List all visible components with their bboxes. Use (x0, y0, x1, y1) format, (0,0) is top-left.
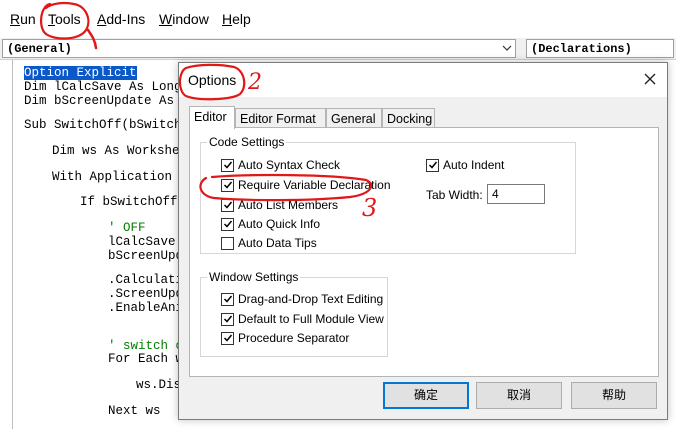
code-line: .Calculati (108, 273, 184, 287)
code-line: If bSwitchOff (80, 195, 178, 209)
code-line: lCalcSave (108, 235, 176, 249)
code-line: .ScreenUpd (108, 287, 184, 301)
checkmark-icon (223, 220, 233, 228)
code-line: Dim bScreenUpdate As B (24, 94, 190, 108)
menu-help[interactable]: Help (222, 11, 251, 27)
require-variable-declaration-checkbox[interactable] (221, 179, 234, 192)
auto-indent-checkbox[interactable] (426, 159, 439, 172)
auto-data-tips-checkbox[interactable] (221, 237, 234, 250)
code-line: Dim lCalcSave As Long (24, 80, 182, 94)
code-settings-title: Code Settings (207, 135, 287, 149)
checkmark-icon (223, 161, 233, 169)
help-button[interactable]: 帮助 (571, 382, 657, 409)
full-module-view-checkbox[interactable] (221, 313, 234, 326)
code-comment: ' OFF (108, 221, 146, 235)
checkmark-icon (223, 295, 233, 303)
menu-run[interactable]: Run (10, 11, 36, 27)
window-settings-group: Window Settings Drag-and-Drop Text Editi… (200, 270, 388, 357)
auto-list-members-checkbox[interactable] (221, 199, 234, 212)
checkmark-icon (223, 181, 233, 189)
code-settings-group: Code Settings Auto Syntax Check Require … (200, 135, 576, 254)
auto-quick-info-checkbox[interactable] (221, 218, 234, 231)
drag-and-drop-checkbox[interactable] (221, 293, 234, 306)
object-combo[interactable]: (General) (2, 39, 516, 58)
window-settings-title: Window Settings (207, 270, 301, 284)
tab-width-input[interactable]: 4 (487, 184, 545, 204)
tab-editor[interactable]: Editor (189, 106, 235, 129)
menu-add-ins[interactable]: Add-Ins (97, 11, 145, 27)
ok-button[interactable]: 确定 (383, 382, 469, 409)
dialog-title-bar[interactable]: Options (179, 63, 667, 97)
code-comment: ' switch o (108, 339, 184, 353)
auto-syntax-check-checkbox[interactable] (221, 159, 234, 172)
tab-editor-format[interactable]: Editor Format (235, 108, 326, 128)
editor-tab-panel: Code Settings Auto Syntax Check Require … (189, 127, 659, 377)
tab-width-label: Tab Width: (426, 188, 483, 202)
object-combo-value: (General) (7, 42, 72, 56)
checkmark-icon (223, 315, 233, 323)
menu-tools[interactable]: Tools (48, 11, 81, 27)
menu-window[interactable]: Window (159, 11, 209, 27)
chevron-down-icon (502, 45, 512, 51)
cancel-button[interactable]: 取消 (476, 382, 562, 409)
procedure-combo-value: (Declarations) (531, 42, 632, 56)
code-line: For Each w (108, 352, 184, 366)
dialog-title: Options (188, 72, 237, 88)
checkmark-icon (428, 161, 438, 169)
menu-bar: Run Tools Add-Ins Window Help (0, 0, 676, 38)
tab-docking[interactable]: Docking (382, 108, 435, 128)
margin-indicator-bar[interactable] (0, 60, 13, 429)
code-line: Next ws (108, 404, 161, 418)
code-line: .EnableAni (108, 301, 184, 315)
code-line: Option Explicit (24, 66, 137, 80)
code-line: Sub SwitchOff(bSwitchO (24, 118, 190, 132)
checkmark-icon (223, 201, 233, 209)
checkmark-icon (223, 334, 233, 342)
code-line: Dim ws As Workshee (52, 144, 188, 158)
procedure-separator-checkbox[interactable] (221, 332, 234, 345)
options-dialog: Options Editor Editor Format General Doc… (178, 62, 668, 420)
tab-general[interactable]: General (326, 108, 382, 128)
code-line: With Application (52, 170, 173, 184)
code-line: bScreenUpd (108, 249, 184, 263)
code-line: ws.Dis (136, 378, 182, 392)
procedure-combo[interactable]: (Declarations) (526, 39, 674, 58)
module-combo-row: (General) (Declarations) (0, 38, 676, 60)
close-icon[interactable] (641, 70, 659, 88)
